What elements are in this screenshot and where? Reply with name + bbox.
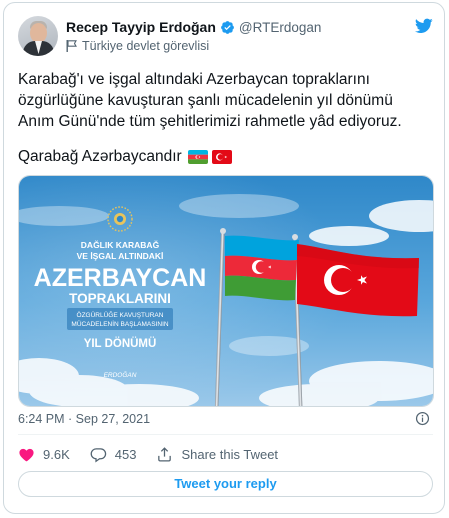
poster-headline: AZERBAYCAN (34, 264, 207, 292)
avatar[interactable] (18, 16, 58, 56)
info-icon[interactable] (415, 411, 430, 426)
poster-kicker-2: VE İŞGAL ALTINDAKİ (77, 251, 164, 261)
government-label-row: Türkiye devlet görevlisi (66, 38, 209, 54)
author-name-row[interactable]: Recep Tayyip Erdoğan @RTErdogan (66, 18, 321, 36)
tweet-card: Recep Tayyip Erdoğan @RTErdogan Türkiye … (3, 2, 445, 514)
tweet-text-hashline: Qarabağ Azərbaycandır (18, 147, 232, 167)
author-display-name[interactable]: Recep Tayyip Erdoğan (66, 19, 216, 35)
reply-bubble-icon (90, 447, 106, 462)
tweet-text-line: özgürlüğüne kavuşturan şanlı mücadelenin… (18, 92, 393, 109)
like-action[interactable]: 9.6K (18, 446, 70, 463)
reply-action[interactable]: 453 (90, 446, 137, 463)
poster-footer: YIL DÖNÜMÜ (84, 337, 157, 350)
share-upload-icon (158, 446, 172, 462)
government-flag-icon (66, 40, 77, 52)
tweet-text-line: Anım Günü'nde tüm şehitlerimizi rahmetle… (18, 113, 402, 130)
tweet-text-line: Karabağ'ı ve işgal altındaki Azerbaycan … (18, 71, 370, 88)
tweet-media-image[interactable]: DAĞLIK KARABAĞ VE İŞGAL ALTINDAKİ AZERBA… (18, 175, 434, 407)
tweet-text-line: Qarabağ Azərbaycandır (18, 148, 182, 165)
verified-badge-icon (221, 20, 234, 34)
tweet-your-reply-button[interactable]: Tweet your reply (18, 471, 433, 497)
like-count: 9.6K (43, 446, 70, 462)
azerbaijan-flag-emoji-icon (187, 150, 208, 164)
twitter-bird-icon[interactable] (415, 18, 433, 34)
poster-signature: ERDOĞAN (104, 370, 137, 379)
share-action[interactable]: Share this Tweet (156, 446, 278, 463)
heart-icon (19, 448, 34, 461)
commemoration-poster: DAĞLIK KARABAĞ VE İŞGAL ALTINDAKİ AZERBA… (19, 176, 433, 406)
author-handle[interactable]: @RTErdogan (239, 20, 322, 35)
poster-kicker-1: DAĞLIK KARABAĞ (81, 239, 160, 250)
poster-subhead: TOPRAKLARINI (69, 291, 171, 306)
poster-banner-1: ÖZGÜRLÜĞE KAVUŞTURAN (77, 310, 164, 319)
azerbaijan-flag-icon (225, 235, 299, 301)
tweet-actions: 9.6K 453 Share this Tweet (18, 444, 298, 464)
reply-count: 453 (114, 446, 137, 462)
government-label: Türkiye devlet görevlisi (82, 39, 210, 53)
tweet-text: Karabağ'ı ve işgal altındaki Azerbaycan … (18, 69, 438, 132)
share-label: Share this Tweet (181, 446, 279, 462)
tweet-timestamp[interactable]: 6:24 PM · Sep 27, 2021 (18, 412, 150, 426)
poster-banner-2: MÜCADELENİN BAŞLAMASININ (71, 319, 168, 328)
divider (18, 434, 433, 435)
tweet-header: Recep Tayyip Erdoğan @RTErdogan Türkiye … (18, 16, 433, 60)
turkey-flag-emoji-icon (211, 150, 232, 164)
